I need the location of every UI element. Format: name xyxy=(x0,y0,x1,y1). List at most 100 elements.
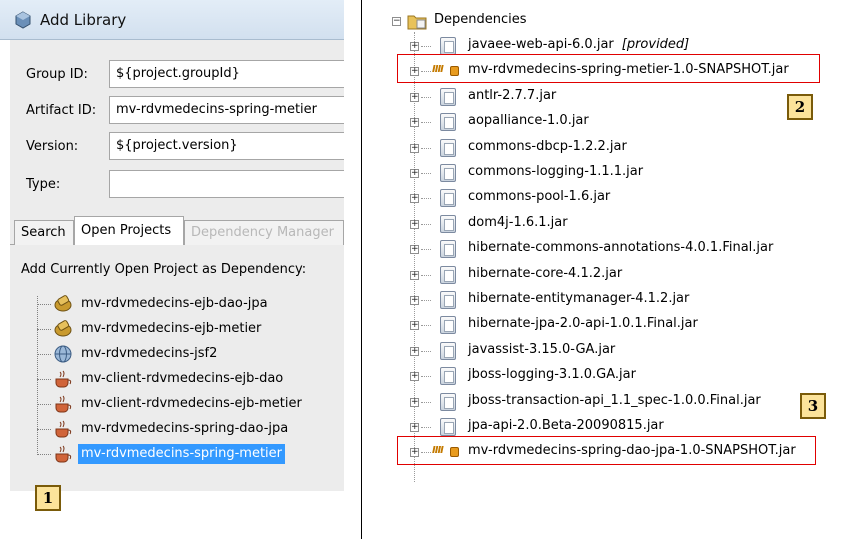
dependency-item[interactable]: + jboss-logging-3.1.0.GA.jar xyxy=(372,365,842,387)
expand-icon[interactable]: + xyxy=(410,423,419,432)
tab-open-projects[interactable]: Open Projects xyxy=(74,216,184,246)
dependency-name: javassist-3.15.0-GA.jar xyxy=(468,342,616,357)
type-field[interactable] xyxy=(109,170,344,198)
expand-icon[interactable]: + xyxy=(410,245,419,254)
expand-icon[interactable]: + xyxy=(410,347,419,356)
dependency-label: commons-pool-1.6.jar xyxy=(468,189,610,204)
step-marker-3: 3 xyxy=(800,393,826,419)
dependency-item[interactable]: + hibernate-commons-annotations-4.0.1.Fin… xyxy=(372,238,842,260)
project-name: mv-rdvmedecins-spring-metier xyxy=(78,444,286,464)
tab-search[interactable]: Search xyxy=(14,220,74,245)
dependency-label: hibernate-commons-annotations-4.0.1.Fina… xyxy=(468,240,773,255)
tree-connector xyxy=(37,354,51,355)
java-app-icon xyxy=(55,420,72,438)
group-id-row: Group ID: ${project.groupId} xyxy=(10,60,344,88)
tree-connector xyxy=(37,404,51,405)
tree-connector xyxy=(37,454,51,455)
tree-connector xyxy=(421,300,431,301)
version-label: Version: xyxy=(26,139,79,154)
dependency-label: jboss-logging-3.1.0.GA.jar xyxy=(468,367,636,382)
expand-icon[interactable]: + xyxy=(410,321,419,330)
expand-icon[interactable]: + xyxy=(410,220,419,229)
expand-icon[interactable]: + xyxy=(410,169,419,178)
project-item[interactable]: mv-client-rdvmedecins-ejb-dao xyxy=(37,368,337,390)
project-item[interactable]: mv-rdvmedecins-jsf2 xyxy=(37,343,337,365)
tree-connector xyxy=(37,329,51,330)
expand-icon[interactable]: + xyxy=(410,296,419,305)
library-icon xyxy=(15,10,31,29)
dependency-name: hibernate-jpa-2.0-api-1.0.1.Final.jar xyxy=(468,316,698,331)
web-app-icon xyxy=(54,345,72,363)
tree-root-label: Dependencies xyxy=(434,12,527,27)
dependency-item[interactable]: + hibernate-entitymanager-4.1.2.jar xyxy=(372,289,842,311)
dependency-item[interactable]: + javassist-3.15.0-GA.jar xyxy=(372,340,842,362)
jar-icon xyxy=(440,88,456,106)
tree-connector xyxy=(421,173,431,174)
dependency-name: commons-dbcp-1.2.2.jar xyxy=(468,139,627,154)
open-projects-label: Add Currently Open Project as Dependency… xyxy=(21,262,307,277)
project-name: mv-rdvmedecins-jsf2 xyxy=(81,346,218,361)
project-item[interactable]: mv-rdvmedecins-ejb-metier xyxy=(37,318,337,340)
expand-icon[interactable]: + xyxy=(410,93,419,102)
dependency-item[interactable]: + dom4j-1.6.1.jar xyxy=(372,213,842,235)
dependency-item[interactable]: + aopalliance-1.0.jar xyxy=(372,111,842,133)
expand-icon[interactable]: + xyxy=(410,398,419,407)
project-item[interactable]: mv-rdvmedecins-spring-dao-jpa xyxy=(37,418,337,440)
open-projects-panel: Add Currently Open Project as Dependency… xyxy=(10,245,344,491)
dependency-label: javaee-web-api-6.0.jar [provided] xyxy=(468,37,689,52)
expand-icon[interactable]: + xyxy=(410,271,419,280)
expand-icon[interactable]: + xyxy=(410,372,419,381)
dependency-name: commons-pool-1.6.jar xyxy=(468,189,611,204)
dependency-item[interactable]: + hibernate-core-4.1.2.jar xyxy=(372,264,842,286)
dependency-name: hibernate-entitymanager-4.1.2.jar xyxy=(468,291,690,306)
dependency-label: antlr-2.7.7.jar xyxy=(468,88,556,103)
scope-tag: [provided] xyxy=(621,37,690,52)
expand-icon[interactable]: + xyxy=(410,194,419,203)
type-row: Type: xyxy=(10,170,344,198)
dependency-label: hibernate-jpa-2.0-api-1.0.1.Final.jar xyxy=(468,316,698,331)
dependencies-tree: − Dependencies + javaee-web-api-6.0.jar [p… xyxy=(372,0,853,539)
dependency-label: hibernate-core-4.1.2.jar xyxy=(468,266,622,281)
project-item[interactable]: mv-client-rdvmedecins-ejb-metier xyxy=(37,393,337,415)
jar-icon xyxy=(440,139,456,157)
jar-icon xyxy=(440,393,456,411)
project-item-selected[interactable]: mv-rdvmedecins-spring-metier xyxy=(37,443,337,465)
dependency-item[interactable]: + jpa-api-2.0.Beta-20090815.jar xyxy=(372,416,842,438)
tree-connector xyxy=(37,304,51,305)
dependency-item[interactable]: + commons-dbcp-1.2.2.jar xyxy=(372,137,842,159)
jar-icon xyxy=(440,367,456,385)
group-id-field[interactable]: ${project.groupId} xyxy=(109,60,344,88)
tree-connector xyxy=(421,427,431,428)
dependency-label: commons-dbcp-1.2.2.jar xyxy=(468,139,627,154)
project-item[interactable]: mv-rdvmedecins-ejb-dao-jpa xyxy=(37,293,337,315)
ejb-module-icon xyxy=(54,320,72,337)
dependency-label: dom4j-1.6.1.jar xyxy=(468,215,568,230)
tree-root-dependencies[interactable]: − Dependencies xyxy=(372,10,842,32)
tree-connector xyxy=(421,97,431,98)
jar-icon xyxy=(440,316,456,334)
dependency-name: jboss-transaction-api_1.1_spec-1.0.0.Fin… xyxy=(468,393,761,408)
tree-connector xyxy=(421,351,431,352)
dependency-item[interactable]: + antlr-2.7.7.jar xyxy=(372,86,842,108)
version-field[interactable]: ${project.version} xyxy=(109,132,344,160)
dependency-label: hibernate-entitymanager-4.1.2.jar xyxy=(468,291,689,306)
expand-icon[interactable]: + xyxy=(410,118,419,127)
artifact-id-field[interactable]: mv-rdvmedecins-spring-metier xyxy=(109,96,344,124)
tree-connector xyxy=(37,429,51,430)
dependency-item[interactable]: + commons-pool-1.6.jar xyxy=(372,187,842,209)
folder-icon xyxy=(407,15,427,30)
dependency-label: commons-logging-1.1.1.jar xyxy=(468,164,643,179)
dependency-item[interactable]: + commons-logging-1.1.1.jar xyxy=(372,162,842,184)
dependency-item[interactable]: + jboss-transaction-api_1.1_spec-1.0.0.Fi… xyxy=(372,391,842,413)
expand-icon[interactable]: + xyxy=(410,144,419,153)
dependency-label: aopalliance-1.0.jar xyxy=(468,113,589,128)
collapse-icon[interactable]: − xyxy=(392,17,401,26)
jar-icon xyxy=(440,215,456,233)
dependency-name: commons-logging-1.1.1.jar xyxy=(468,164,644,179)
expand-icon[interactable]: + xyxy=(410,42,419,51)
tree-connector xyxy=(421,402,431,403)
tree-connector xyxy=(421,325,431,326)
dependency-item[interactable]: + hibernate-jpa-2.0-api-1.0.1.Final.jar xyxy=(372,314,842,336)
tree-connector xyxy=(421,46,431,47)
jar-icon xyxy=(440,342,456,360)
